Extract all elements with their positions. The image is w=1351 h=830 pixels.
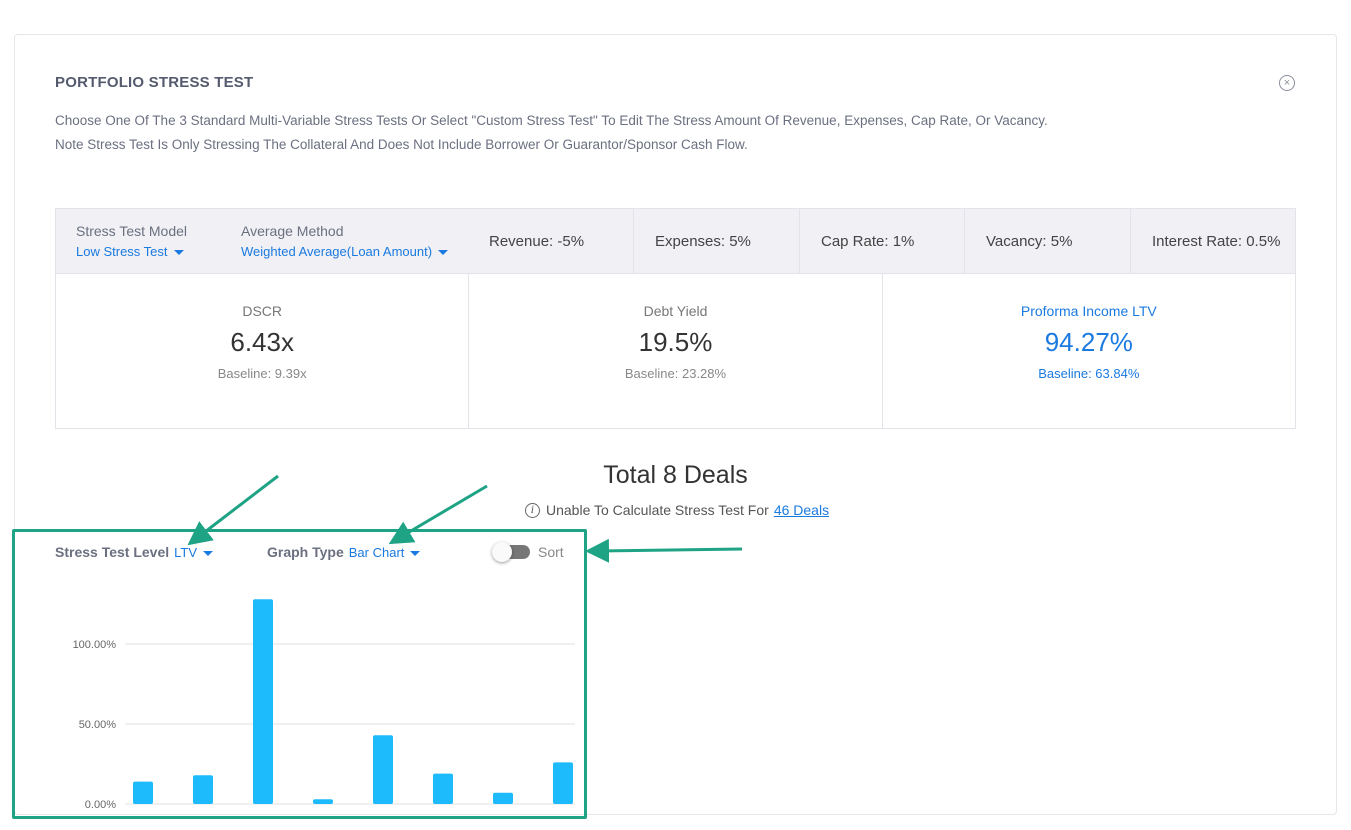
stress-level-dropdown[interactable]: LTV bbox=[174, 544, 214, 560]
metric-label: Debt Yield bbox=[643, 303, 708, 319]
metric-baseline: Baseline: 23.28% bbox=[624, 366, 727, 381]
chart-bar[interactable] bbox=[313, 799, 333, 804]
metric-value: 6.43x bbox=[230, 327, 294, 357]
stress-model-selector: Stress Test Model Low Stress Test bbox=[76, 223, 187, 259]
y-tick-label: 100.00% bbox=[73, 639, 117, 651]
metric-debt-yield: Debt Yield 19.5% Baseline: 23.28% bbox=[469, 274, 883, 428]
stress-model-label: Stress Test Model bbox=[76, 223, 188, 239]
metric-value: 19.5% bbox=[638, 327, 713, 357]
graph-type-value: Bar Chart bbox=[348, 544, 405, 560]
graph-type-label: Graph Type bbox=[267, 544, 344, 560]
unable-text: Unable To Calculate Stress Test For bbox=[546, 502, 769, 518]
unable-message: i Unable To Calculate Stress Test For 46… bbox=[525, 502, 829, 518]
stress-settings-bar: Stress Test Model Low Stress Test Averag… bbox=[55, 208, 1296, 274]
metric-baseline: Baseline: 63.84% bbox=[1038, 366, 1140, 381]
caret-down-icon bbox=[203, 550, 214, 556]
description-line-2: Note Stress Test Is Only Stressing The C… bbox=[55, 137, 748, 152]
stress-model-value: Low Stress Test bbox=[76, 244, 168, 259]
metric-proforma-ltv: Proforma Income LTV 94.27% Baseline: 63.… bbox=[883, 274, 1295, 428]
graph-type-control: Graph Type Bar Chart bbox=[267, 544, 421, 560]
metric-dscr: DSCR 6.43x Baseline: 9.39x bbox=[56, 274, 470, 428]
revenue-param: Revenue: -5% bbox=[489, 232, 585, 250]
average-method-value: Weighted Average(Loan Amount) bbox=[241, 244, 433, 259]
close-icon[interactable]: × bbox=[1279, 75, 1295, 91]
chart-bar[interactable] bbox=[433, 773, 453, 804]
caret-down-icon bbox=[410, 550, 421, 556]
chart-bar[interactable] bbox=[553, 762, 573, 804]
info-icon: i bbox=[525, 502, 540, 518]
expenses-param: Expenses: 5% bbox=[633, 209, 799, 273]
chart-bar[interactable] bbox=[253, 599, 273, 804]
chart-bar[interactable] bbox=[133, 781, 153, 804]
graph-type-dropdown[interactable]: Bar Chart bbox=[349, 545, 421, 560]
sort-label: Sort bbox=[538, 544, 564, 560]
ltv-bar-chart: 0.00% 50.00% 100.00% bbox=[73, 599, 575, 811]
stress-level-control: Stress Test Level LTV bbox=[55, 544, 214, 560]
interest-rate-param: Interest Rate: 0.5% bbox=[1130, 209, 1295, 273]
cap-rate-param: Cap Rate: 1% bbox=[799, 209, 965, 273]
caret-down-icon bbox=[438, 250, 449, 256]
stress-model-dropdown[interactable]: Low Stress Test bbox=[76, 244, 187, 259]
y-tick-label: 50.00% bbox=[79, 719, 117, 731]
metric-baseline: Baseline: 9.39x bbox=[217, 366, 307, 381]
unable-deals-link[interactable]: 46 Deals bbox=[774, 502, 829, 518]
description-line-1: Choose One Of The 3 Standard Multi-Varia… bbox=[55, 113, 1048, 128]
total-deals: Total 8 Deals bbox=[603, 461, 748, 489]
stress-level-label: Stress Test Level bbox=[55, 544, 170, 560]
page-title: PORTFOLIO STRESS TEST bbox=[55, 74, 254, 91]
stress-level-value: LTV bbox=[174, 544, 198, 560]
y-tick-label: 0.00% bbox=[85, 799, 116, 811]
vacancy-param: Vacancy: 5% bbox=[964, 209, 1130, 273]
average-method-selector: Average Method Weighted Average(Loan Amo… bbox=[241, 223, 449, 259]
metrics-row: DSCR 6.43x Baseline: 9.39x Debt Yield 19… bbox=[55, 274, 1296, 429]
metric-label: DSCR bbox=[242, 303, 282, 319]
chart-bar[interactable] bbox=[493, 792, 513, 804]
toggle-knob bbox=[492, 542, 512, 562]
caret-down-icon bbox=[173, 250, 184, 256]
chart-bar[interactable] bbox=[193, 775, 213, 804]
average-method-dropdown[interactable]: Weighted Average(Loan Amount) bbox=[241, 244, 449, 259]
chart-bar[interactable] bbox=[373, 735, 393, 804]
sort-toggle[interactable] bbox=[492, 542, 530, 562]
metric-value: 94.27% bbox=[1044, 327, 1133, 357]
sort-control: Sort bbox=[492, 542, 564, 562]
metric-label-link[interactable]: Proforma Income LTV bbox=[883, 303, 1295, 319]
average-method-label: Average Method bbox=[241, 223, 344, 239]
